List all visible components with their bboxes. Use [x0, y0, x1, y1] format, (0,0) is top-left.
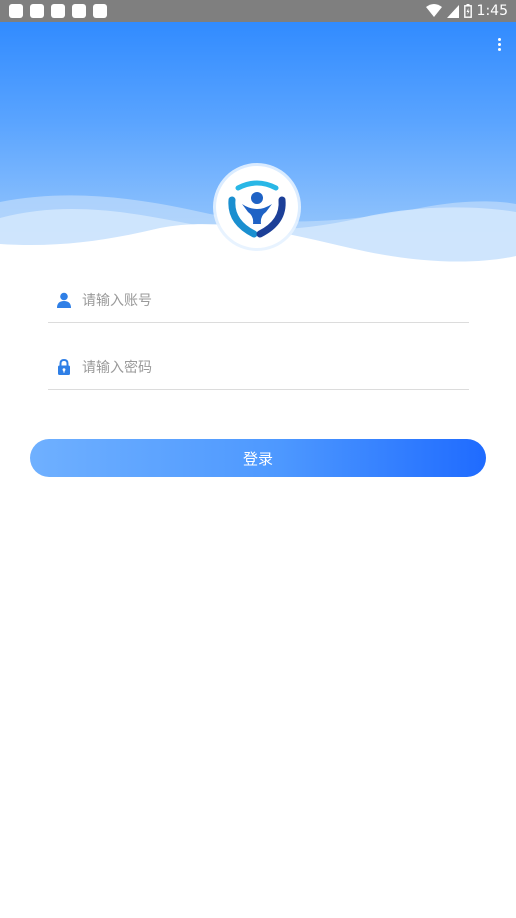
more-vert-icon[interactable]: [494, 38, 504, 52]
wifi-icon: [425, 4, 442, 17]
password-input[interactable]: [80, 353, 454, 383]
notification-icon: [30, 4, 44, 18]
lock-icon: [58, 359, 70, 375]
account-input[interactable]: [80, 286, 454, 316]
password-field[interactable]: [48, 345, 469, 390]
app-logo: [216, 166, 298, 248]
notification-icon: [9, 4, 23, 18]
system-icons: 1:45: [425, 2, 508, 20]
notification-icons: [9, 4, 107, 18]
user-icon: [57, 292, 71, 308]
login-button[interactable]: 登录: [30, 439, 486, 477]
notification-icon: [72, 4, 86, 18]
signal-icon: [446, 4, 459, 18]
account-field[interactable]: [48, 278, 469, 323]
clock: 1:45: [476, 3, 508, 19]
battery-icon: [463, 4, 472, 18]
notification-icon: [51, 4, 65, 18]
notification-icon: [93, 4, 107, 18]
status-bar: 1:45: [0, 0, 516, 22]
